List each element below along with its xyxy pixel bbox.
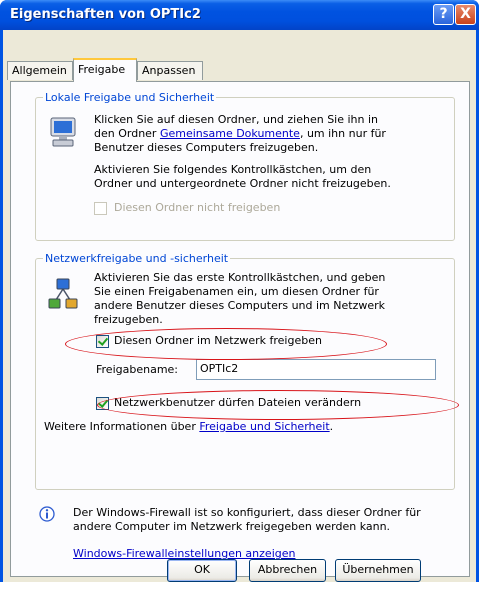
tab-page-freigabe: Lokale Freigabe und Sicherheit Klicken S… xyxy=(10,81,470,577)
network-sharing-title: Netzwerkfreigabe und -sicherheit xyxy=(43,252,231,265)
firewall-text-1: Der Windows-Firewall ist so konfiguriert… xyxy=(73,506,421,519)
tab-label: Allgemein xyxy=(12,64,67,77)
info-icon xyxy=(39,506,55,522)
computer-icon xyxy=(50,117,76,147)
share-folder-checkbox[interactable] xyxy=(96,335,109,348)
local-text-2: den Ordner Gemeinsame Dokumente, um ihn … xyxy=(94,127,386,141)
local-text-3: Benutzer dieses Computers freizugeben. xyxy=(94,141,319,154)
local-sharing-title: Lokale Freigabe und Sicherheit xyxy=(43,91,217,104)
title-bar[interactable]: Eigenschaften von OPTIc2 ? X xyxy=(0,0,479,30)
ok-button[interactable]: OK xyxy=(167,559,237,582)
more-info-pre: Weitere Informationen über xyxy=(44,420,200,433)
network-text-4: freizugeben. xyxy=(94,313,163,326)
tab-allgemein[interactable]: Allgemein xyxy=(7,61,73,80)
local-text-1: Klicken Sie auf diesen Ordner, und ziehe… xyxy=(94,113,379,126)
allow-change-label[interactable]: Netzwerkbenutzer dürfen Dateien veränder… xyxy=(114,396,361,410)
share-name-input[interactable]: OPTIc2 xyxy=(196,359,436,380)
cancel-button[interactable]: Abbrechen xyxy=(249,559,326,582)
more-info-text: Weitere Informationen über Freigabe und … xyxy=(44,420,333,434)
dialog-body: Allgemein Freigabe Anpassen Lokale Freig… xyxy=(3,30,476,582)
firewall-text-2: andere Computer im Netzwerk freigegeben … xyxy=(73,520,391,533)
allow-change-checkbox[interactable] xyxy=(96,397,109,410)
share-name-label: Freigabename: xyxy=(96,363,179,376)
gemeinsame-dokumente-link[interactable]: Gemeinsame Dokumente xyxy=(160,127,300,140)
network-sharing-group: Netzwerkfreigabe und -sicherheit Aktivie… xyxy=(35,252,455,490)
sharing-security-link[interactable]: Freigabe und Sicherheit xyxy=(199,420,329,433)
help-icon: ? xyxy=(439,6,448,22)
help-button[interactable]: ? xyxy=(433,4,454,25)
local-text-2-pre: den Ordner xyxy=(94,127,160,140)
local-text-4: Aktivieren Sie folgendes Kontrollkästche… xyxy=(94,163,372,176)
window-title: Eigenschaften von OPTIc2 xyxy=(10,7,201,22)
network-text-1: Aktivieren Sie das erste Kontrollkästche… xyxy=(94,271,386,284)
close-button[interactable]: X xyxy=(455,4,476,25)
local-sharing-group: Lokale Freigabe und Sicherheit Klicken S… xyxy=(35,91,455,241)
tab-label: Freigabe xyxy=(78,63,126,76)
tab-freigabe[interactable]: Freigabe xyxy=(73,58,137,82)
local-text-2-post: , um ihn nur für xyxy=(299,127,386,140)
close-icon: X xyxy=(460,6,471,22)
share-folder-label[interactable]: Diesen Ordner im Netzwerk freigeben xyxy=(114,334,322,348)
no-share-label: Diesen Ordner nicht freigeben xyxy=(114,201,281,214)
no-share-checkbox[interactable] xyxy=(94,202,107,215)
network-text-2: Sie einen Freigabenamen ein, um diesen O… xyxy=(94,285,379,298)
more-info-post: . xyxy=(329,420,334,433)
network-icon xyxy=(48,278,78,309)
network-text-3: andere Benutzer dieses Computers und im … xyxy=(94,299,386,312)
local-text-5: Ordner und untergeordnete Ordner nicht f… xyxy=(94,177,391,190)
properties-dialog: Eigenschaften von OPTIc2 ? X Allgemein F… xyxy=(0,0,479,582)
tab-anpassen[interactable]: Anpassen xyxy=(137,61,203,80)
apply-button[interactable]: Übernehmen xyxy=(335,559,421,582)
tab-label: Anpassen xyxy=(142,64,196,77)
